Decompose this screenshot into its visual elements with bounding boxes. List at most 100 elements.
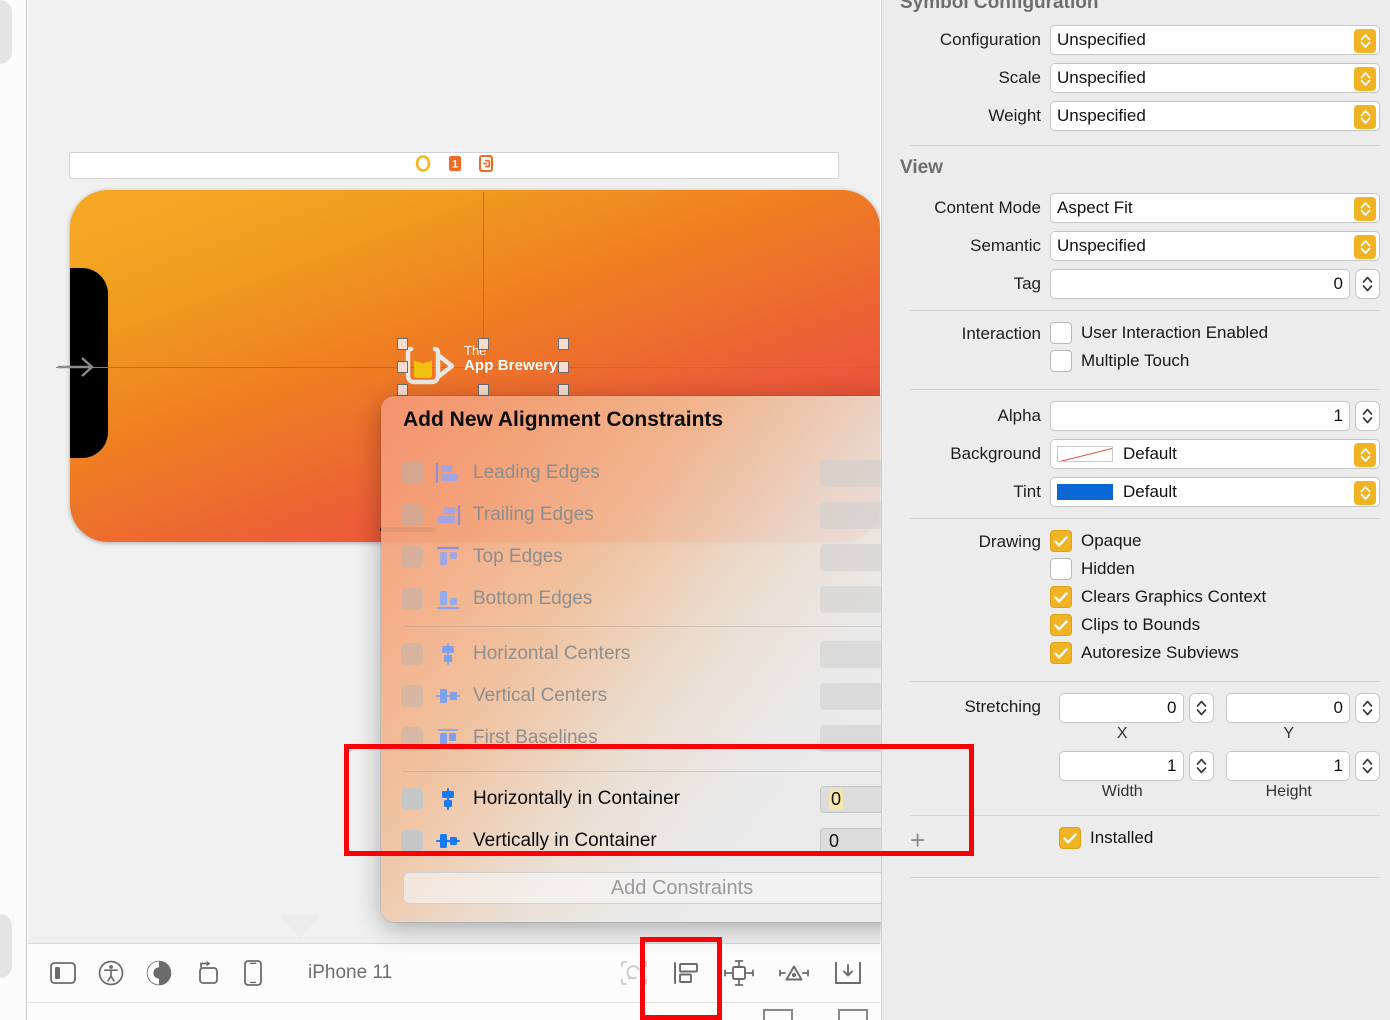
updown-chevron-icon[interactable]	[1354, 235, 1376, 259]
updown-chevron-icon[interactable]	[1354, 29, 1376, 53]
selection-handle[interactable]	[558, 338, 569, 350]
user-interaction-enabled-checkbox[interactable]	[1050, 322, 1072, 344]
scene-dock[interactable]: 1	[69, 152, 839, 179]
accessibility-inspector-button[interactable]	[98, 960, 124, 986]
selection-handle[interactable]	[397, 384, 408, 396]
installed-checkbox[interactable]	[1059, 827, 1081, 849]
opaque-checkbox[interactable]	[1050, 530, 1072, 552]
alignment-row-label: Vertical Centers	[473, 685, 608, 706]
multiple-touch-label: Multiple Touch	[1081, 351, 1190, 370]
stretching-height-input[interactable]: 1	[1225, 751, 1350, 781]
selection-handle[interactable]	[478, 384, 489, 396]
trailing-edges-checkbox[interactable]	[401, 504, 423, 526]
user-interaction-enabled-label: User Interaction Enabled	[1081, 323, 1269, 342]
stretching-width-stepper[interactable]	[1188, 751, 1214, 781]
tag-stepper[interactable]	[1355, 269, 1380, 299]
horizontally-in-container-checkbox[interactable]	[401, 788, 423, 810]
clips-to-bounds-row[interactable]: Clips to Bounds	[1050, 614, 1380, 636]
user-interaction-enabled-row[interactable]: User Interaction Enabled	[1050, 322, 1380, 344]
scale-label: Scale	[998, 68, 1041, 87]
selection-handle[interactable]	[558, 361, 569, 373]
hidden-row[interactable]: Hidden	[1050, 558, 1380, 580]
alpha-value: 1	[1333, 406, 1343, 425]
selection-handle[interactable]	[558, 384, 569, 396]
stretching-width-input[interactable]: 1	[1059, 751, 1184, 781]
tint-label: Tint	[1013, 482, 1041, 501]
svg-text:1: 1	[452, 158, 458, 170]
clips-to-bounds-checkbox[interactable]	[1050, 614, 1072, 636]
inspector-divider	[910, 389, 1380, 390]
stretching-y-stepper[interactable]	[1355, 693, 1380, 723]
orientation-button[interactable]	[194, 960, 222, 986]
content-mode-select[interactable]: Aspect Fit	[1050, 193, 1380, 223]
clears-graphics-context-checkbox[interactable]	[1050, 586, 1072, 608]
add-variation-button[interactable]: +	[910, 827, 925, 853]
autoresize-subviews-checkbox[interactable]	[1050, 642, 1072, 664]
add-new-constraints-button[interactable]	[724, 960, 754, 986]
updown-chevron-icon[interactable]	[1354, 67, 1376, 91]
vertically-in-container-checkbox[interactable]	[401, 830, 423, 852]
weight-value: Unspecified	[1057, 106, 1146, 125]
updown-chevron-icon[interactable]	[1354, 197, 1376, 221]
device-name-label[interactable]: iPhone 11	[308, 962, 392, 984]
stretching-height-stepper[interactable]	[1355, 751, 1380, 781]
background-row: Background Default	[892, 439, 1380, 469]
inspector-divider	[910, 681, 1380, 682]
far-left-rail	[0, 0, 27, 1020]
updown-chevron-icon[interactable]	[1354, 105, 1376, 129]
content-mode-label: Content Mode	[934, 198, 1041, 217]
app-brewery-logo[interactable]: The App Brewery	[402, 343, 564, 390]
first-baselines-checkbox[interactable]	[401, 727, 423, 749]
selection-handle[interactable]	[397, 361, 408, 373]
exit-segue-icon[interactable]	[479, 154, 493, 177]
semantic-select[interactable]: Unspecified	[1050, 231, 1380, 261]
background-select[interactable]: Default	[1050, 439, 1380, 469]
leading-edges-checkbox[interactable]	[401, 462, 423, 484]
stretching-width-value: 1	[1167, 756, 1177, 775]
vertical-centers-checkbox[interactable]	[401, 685, 423, 707]
update-frames-button[interactable]	[620, 960, 648, 986]
resolve-auto-layout-issues-button[interactable]	[778, 960, 810, 986]
multiple-touch-checkbox[interactable]	[1050, 350, 1072, 372]
alignment-row-label: Leading Edges	[473, 462, 600, 483]
stretching-x-stepper[interactable]	[1188, 693, 1214, 723]
installed-row[interactable]: Installed	[892, 827, 1380, 849]
multiple-touch-row[interactable]: Multiple Touch	[1050, 350, 1380, 372]
align-button[interactable]	[672, 961, 700, 985]
updown-chevron-icon[interactable]	[1354, 443, 1376, 467]
embed-in-button[interactable]	[834, 960, 862, 986]
stretching-y-input[interactable]: 0	[1225, 693, 1350, 723]
opaque-row[interactable]: Opaque	[1050, 530, 1380, 552]
align-bottom-edges-icon	[435, 588, 465, 610]
scale-select[interactable]: Unspecified	[1050, 63, 1380, 93]
top-edges-checkbox[interactable]	[401, 546, 423, 568]
add-constraints-button[interactable]: Add Constraints	[403, 872, 961, 904]
configuration-select[interactable]: Unspecified	[1050, 25, 1380, 55]
first-responder-icon[interactable]: 1	[448, 155, 462, 177]
tint-color-swatch[interactable]	[1057, 484, 1113, 500]
alpha-input[interactable]: 1	[1050, 401, 1350, 431]
view-controller-icon[interactable]	[415, 154, 431, 177]
stretching-y-value: 0	[1333, 698, 1343, 717]
show-document-outline-button[interactable]	[50, 962, 76, 984]
selection-handle[interactable]	[397, 338, 408, 350]
background-color-swatch[interactable]	[1057, 446, 1113, 462]
tint-select[interactable]: Default	[1050, 477, 1380, 507]
device-button[interactable]	[244, 960, 262, 986]
appearance-variants-button[interactable]	[146, 960, 172, 986]
weight-select[interactable]: Unspecified	[1050, 101, 1380, 131]
bottom-edges-checkbox[interactable]	[401, 588, 423, 610]
stretching-x-value: 0	[1167, 698, 1177, 717]
tag-input[interactable]: 0	[1050, 269, 1350, 299]
updown-chevron-icon[interactable]	[1354, 481, 1376, 505]
horizontal-centers-checkbox[interactable]	[401, 643, 423, 665]
selection-handle[interactable]	[478, 338, 489, 350]
autoresize-subviews-row[interactable]: Autoresize Subviews	[1050, 642, 1380, 664]
hidden-checkbox[interactable]	[1050, 558, 1072, 580]
alpha-stepper[interactable]	[1355, 401, 1380, 431]
stretching-x-input[interactable]: 0	[1059, 693, 1184, 723]
configuration-value: Unspecified	[1057, 30, 1146, 49]
clears-graphics-context-row[interactable]: Clears Graphics Context	[1050, 586, 1380, 608]
align-vertical-centers-icon	[435, 685, 465, 707]
autoresize-subviews-label: Autoresize Subviews	[1081, 643, 1239, 662]
